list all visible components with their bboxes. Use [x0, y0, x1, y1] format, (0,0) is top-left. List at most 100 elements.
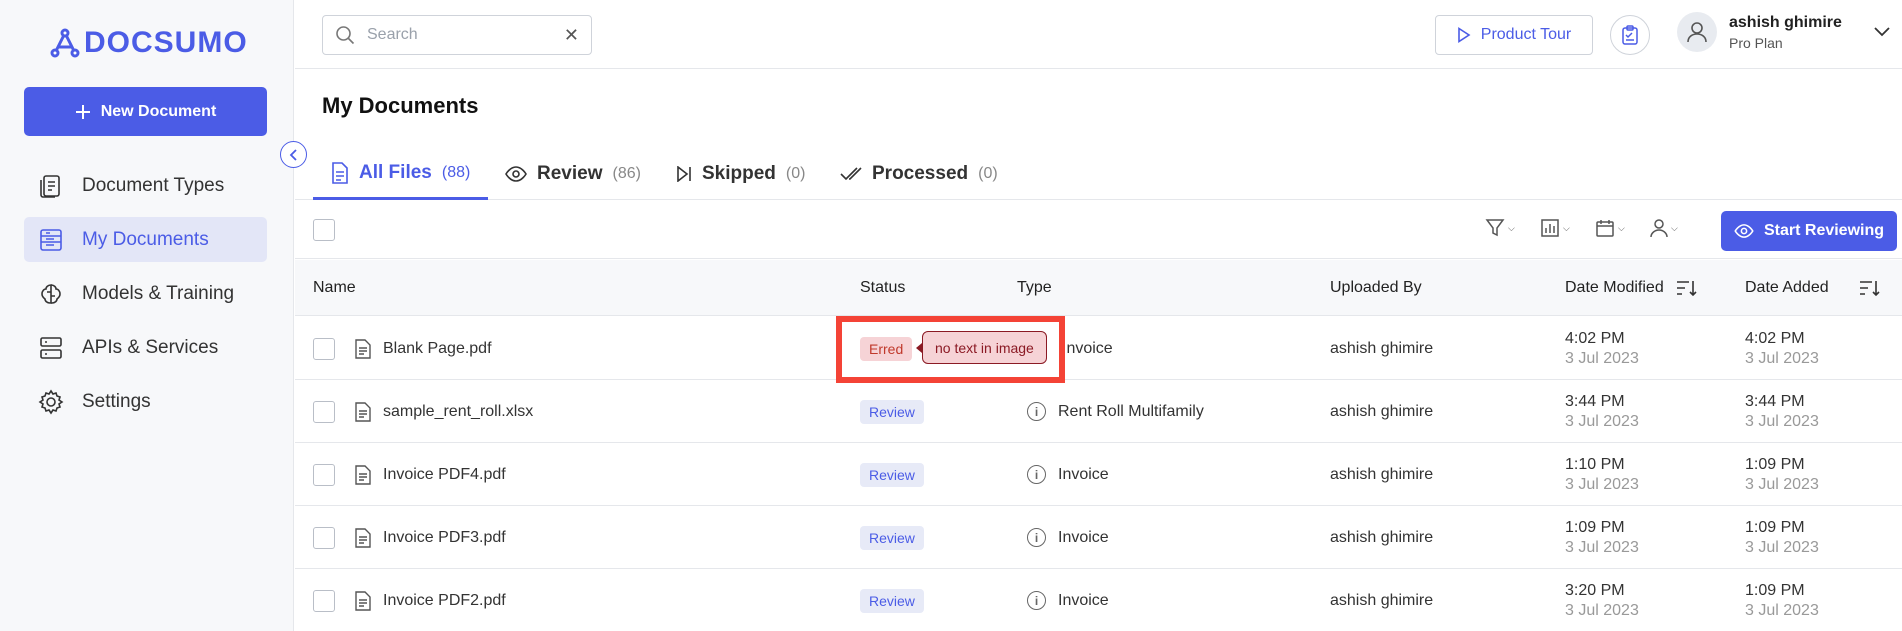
user-menu[interactable]: ashish ghimire Pro Plan — [1677, 12, 1890, 52]
added-time: 3:44 PM — [1745, 392, 1805, 410]
search-placeholder: Search — [367, 26, 418, 43]
row-checkbox[interactable] — [313, 463, 335, 486]
tab-label: All Files — [359, 161, 432, 183]
tab-count: (0) — [978, 165, 998, 182]
uploaded-by-cell: ashish ghimire — [1330, 465, 1434, 483]
info-icon[interactable]: i — [1027, 528, 1046, 547]
user-filter-button[interactable]: ⌵ — [1650, 218, 1678, 238]
row-checkbox[interactable] — [313, 337, 335, 360]
date-added-cell: 3:44 PM 3 Jul 2023 — [1745, 380, 1819, 443]
column-type[interactable]: Type — [1017, 260, 1052, 316]
filter-button[interactable]: ⌵ — [1485, 218, 1515, 238]
date-added-cell: 4:02 PM 3 Jul 2023 — [1745, 317, 1819, 380]
column-name[interactable]: Name — [313, 260, 356, 316]
sort-icon[interactable] — [1676, 279, 1698, 297]
modified-date: 3 Jul 2023 — [1565, 475, 1639, 493]
file-name-cell[interactable]: Invoice PDF3.pdf — [355, 506, 506, 569]
row-checkbox[interactable] — [313, 589, 335, 612]
column-status[interactable]: Status — [860, 260, 905, 316]
tab-review[interactable]: Review (86) — [505, 148, 641, 200]
added-time: 4:02 PM — [1745, 329, 1805, 347]
date-modified-cell: 4:02 PM 3 Jul 2023 — [1565, 317, 1639, 380]
clipboard-button[interactable] — [1610, 15, 1650, 55]
file-name-cell[interactable]: sample_rent_roll.xlsx — [355, 380, 533, 443]
app: DOCSUMO New Document Document Types My D… — [0, 0, 1902, 631]
tab-skipped[interactable]: Skipped (0) — [676, 148, 805, 200]
sidebar-item-my-documents[interactable]: My Documents — [24, 217, 267, 262]
column-label: Date Modified — [1565, 279, 1664, 296]
uploaded-by-cell: ashish ghimire — [1330, 591, 1434, 609]
info-icon[interactable]: i — [1027, 465, 1046, 484]
tab-label: Processed — [872, 163, 969, 184]
status-badge: Review — [860, 399, 924, 424]
column-date-modified[interactable]: Date Modified — [1565, 260, 1698, 316]
type-cell: i Rent Roll Multifamily — [1027, 380, 1204, 443]
logo[interactable]: DOCSUMO — [50, 26, 248, 60]
file-name: sample_rent_roll.xlsx — [383, 402, 534, 420]
start-reviewing-button[interactable]: Start Reviewing — [1721, 211, 1897, 251]
sidebar-item-label: Settings — [82, 390, 151, 412]
file-name: Invoice PDF2.pdf — [383, 591, 506, 609]
info-icon[interactable]: i — [1027, 591, 1046, 610]
chevron-down-icon: ⌵ — [1508, 222, 1515, 233]
start-reviewing-label: Start Reviewing — [1763, 222, 1885, 239]
collapse-sidebar-button[interactable] — [280, 141, 307, 168]
table-row[interactable]: Blank Page.pdf Erred Invoice ashish ghim… — [295, 317, 1902, 380]
sidebar-item-models-training[interactable]: Models & Training — [24, 271, 267, 316]
tab-processed[interactable]: Processed (0) — [840, 148, 998, 200]
chevron-down-icon[interactable] — [1874, 27, 1890, 37]
server-icon — [40, 336, 62, 359]
row-checkbox[interactable] — [313, 400, 335, 423]
search-input[interactable]: Search ✕ — [322, 15, 592, 55]
user-name: ashish ghimire — [1729, 13, 1842, 31]
sort-icon[interactable] — [1859, 279, 1881, 297]
skip-icon — [677, 166, 691, 182]
status-badge: Review — [860, 588, 924, 613]
tab-all-files[interactable]: All Files (88) — [313, 148, 489, 200]
chart-filter-button[interactable]: ⌵ — [1540, 218, 1570, 238]
new-document-button[interactable]: New Document — [24, 87, 267, 136]
modified-time: 3:44 PM — [1565, 392, 1625, 410]
avatar — [1677, 12, 1717, 52]
modified-time: 3:20 PM — [1565, 581, 1625, 599]
chart-icon — [1541, 219, 1559, 237]
table-row[interactable]: Invoice PDF2.pdf Review i Invoice ashish… — [295, 569, 1902, 631]
file-name-cell[interactable]: Invoice PDF4.pdf — [355, 443, 506, 506]
file-name-cell[interactable]: Blank Page.pdf — [355, 317, 492, 380]
clear-search-icon[interactable]: ✕ — [564, 25, 579, 46]
row-checkbox[interactable] — [313, 526, 335, 549]
file-name: Blank Page.pdf — [383, 339, 492, 357]
type-cell: i Invoice — [1027, 443, 1109, 506]
column-uploaded-by[interactable]: Uploaded By — [1330, 260, 1422, 316]
table-header: Name Status Type Uploaded By Date Modifi… — [295, 260, 1902, 316]
type-label: Invoice — [1058, 528, 1109, 546]
table-row[interactable]: sample_rent_roll.xlsx Review i Rent Roll… — [295, 380, 1902, 443]
table-row[interactable]: Invoice PDF3.pdf Review i Invoice ashish… — [295, 506, 1902, 569]
eye-icon — [1734, 224, 1754, 238]
column-date-added[interactable]: Date Added — [1745, 260, 1881, 316]
added-date: 3 Jul 2023 — [1745, 475, 1819, 493]
date-modified-cell: 3:44 PM 3 Jul 2023 — [1565, 380, 1639, 443]
column-label: Date Added — [1745, 279, 1829, 296]
chevron-down-icon: ⌵ — [1618, 222, 1625, 233]
type-label: Invoice — [1058, 465, 1109, 483]
date-filter-button[interactable]: ⌵ — [1595, 218, 1625, 238]
sidebar-item-apis-services[interactable]: APIs & Services — [24, 325, 267, 370]
file-name-cell[interactable]: Invoice PDF2.pdf — [355, 569, 506, 631]
sidebar-item-settings[interactable]: Settings — [24, 379, 267, 424]
table-row[interactable]: Invoice PDF4.pdf Review i Invoice ashish… — [295, 443, 1902, 506]
product-tour-button[interactable]: Product Tour — [1435, 15, 1593, 55]
tabs: All Files (88) Review (86) Skipped (0) P… — [295, 148, 1902, 200]
eye-icon — [505, 166, 527, 182]
document-types-icon — [40, 174, 60, 198]
type-label: Rent Roll Multifamily — [1058, 402, 1204, 420]
select-all-checkbox[interactable] — [313, 219, 335, 241]
modified-date: 3 Jul 2023 — [1565, 349, 1639, 367]
highlight-box — [836, 316, 1065, 383]
tab-count: (0) — [785, 165, 806, 182]
info-icon[interactable]: i — [1027, 402, 1046, 421]
added-time: 1:09 PM — [1745, 518, 1805, 536]
sidebar-item-document-types[interactable]: Document Types — [24, 163, 267, 208]
gear-icon — [38, 389, 64, 414]
added-time: 1:09 PM — [1745, 581, 1805, 599]
